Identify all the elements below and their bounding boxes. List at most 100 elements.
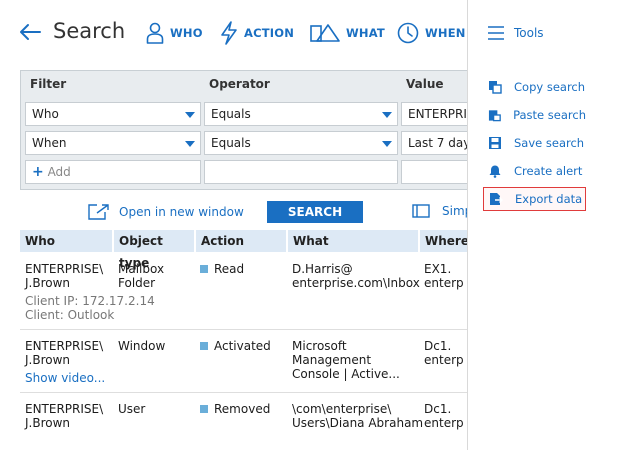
results-column-who[interactable]: Who (20, 230, 112, 252)
action-button-label: ACTION (244, 26, 295, 40)
chevron-down-icon (185, 141, 195, 147)
when-button-label: WHEN (425, 26, 466, 40)
back-button[interactable] (18, 20, 42, 44)
operator-select-value: Equals (211, 136, 251, 150)
object-type-cell: Window (118, 339, 165, 353)
who-line: J.Brown (25, 276, 71, 290)
table-row[interactable]: ENTERPRISE\ J.Brown User Removed \com\en… (20, 394, 467, 450)
object-type-line: User (118, 402, 146, 416)
floppy-disk-icon (489, 137, 501, 149)
export-data-button[interactable]: Export data (483, 187, 586, 211)
table-row[interactable]: ENTERPRISE\ J.Brown Mailbox Folder Read … (20, 254, 467, 330)
bell-icon (489, 165, 501, 178)
client-details: Client IP: 172.17.2.14 Client: Outlook (25, 294, 155, 322)
value-field-text: Last 7 days (408, 136, 467, 150)
value-column-header: Value (406, 77, 444, 91)
operator-empty-cell[interactable] (204, 160, 398, 184)
filter-column-header: Filter (30, 77, 67, 91)
when-button[interactable]: WHEN (397, 19, 466, 47)
where-line: Dc1. (424, 402, 452, 416)
what-line: Microsoft (292, 339, 347, 353)
copy-icon (489, 81, 502, 94)
export-icon (490, 193, 503, 205)
value-field-when[interactable]: Last 7 days (401, 131, 467, 155)
paste-icon (488, 110, 501, 122)
object-type-line: Folder (118, 276, 156, 290)
where-line: enterp (424, 353, 464, 367)
show-video-link[interactable]: Show video... (25, 371, 105, 385)
who-cell: ENTERPRISE\ J.Brown (25, 262, 103, 290)
create-alert-button[interactable]: Create alert (483, 159, 586, 183)
tools-title: Tools (514, 26, 544, 40)
results-column-action[interactable]: Action (196, 230, 286, 252)
operator-select-when[interactable]: Equals (204, 131, 398, 155)
action-marker-icon (200, 265, 208, 273)
simple-mode-button[interactable]: Simp (412, 204, 467, 218)
action-cell: Read (200, 262, 244, 276)
where-cell: Dc1. enterp (424, 402, 464, 430)
filter-select-value: Who (32, 107, 59, 121)
user-icon (146, 22, 164, 44)
what-button[interactable]: WHAT (310, 19, 385, 47)
arrow-left-icon (20, 24, 41, 40)
who-line: J.Brown (25, 416, 71, 430)
where-cell: Dc1. enterp (424, 339, 464, 367)
action-cell: Activated (200, 339, 271, 353)
results-column-object-type[interactable]: Object type (114, 230, 194, 270)
who-line: ENTERPRISE\ (25, 262, 104, 276)
action-marker-icon (200, 405, 208, 413)
table-row[interactable]: ENTERPRISE\ J.Brown Window Activated Mic… (20, 331, 467, 393)
tools-panel: Tools Copy search Paste search Save sear… (467, 0, 640, 450)
value-field-who[interactable]: ENTERPRISE (401, 102, 467, 126)
who-button[interactable]: WHO (146, 19, 203, 47)
save-search-button[interactable]: Save search (483, 131, 586, 155)
external-window-icon (88, 204, 109, 220)
object-type-cell: User (118, 402, 145, 416)
filter-select-who[interactable]: Who (25, 102, 201, 126)
main-area: Search WHO ACTION WHAT WHEN Filter Opera… (0, 0, 467, 450)
results-column-what[interactable]: What (288, 230, 418, 252)
export-data-label: Export data (515, 192, 583, 206)
where-line: enterp (424, 416, 464, 430)
search-actions-row: Open in new window SEARCH Simp (0, 198, 467, 228)
copy-search-button[interactable]: Copy search (483, 75, 586, 99)
filter-select-value: When (32, 136, 67, 150)
page-title: Search (53, 19, 126, 43)
object-type-line: Mailbox (118, 262, 165, 276)
operator-column-header: Operator (209, 77, 270, 91)
what-cell: Microsoft Management Console | Active... (292, 339, 400, 381)
operator-select-who[interactable]: Equals (204, 102, 398, 126)
add-filter-button[interactable]: + Add (25, 160, 201, 184)
lightning-icon (221, 21, 237, 45)
who-cell: ENTERPRISE\ J.Brown (25, 339, 103, 367)
paste-search-button[interactable]: Paste search (483, 103, 586, 127)
where-line: Dc1. (424, 339, 452, 353)
simple-mode-label: Simp (442, 204, 467, 218)
action-label: Activated (214, 339, 271, 353)
open-in-new-window-link[interactable]: Open in new window (88, 204, 244, 220)
open-in-new-window-label: Open in new window (119, 205, 244, 219)
what-line: enterprise.com\Inbox (292, 276, 420, 290)
filter-select-when[interactable]: When (25, 131, 201, 155)
who-cell: ENTERPRISE\ J.Brown (25, 402, 103, 430)
action-cell: Removed (200, 402, 270, 416)
what-cell: D.Harris@ enterprise.com\Inbox (292, 262, 420, 290)
action-label: Removed (214, 402, 271, 416)
filter-table: Filter Operator Value Who Equals ENTERPR… (20, 70, 467, 190)
who-line: ENTERPRISE\ (25, 402, 104, 416)
tools-menu-button[interactable]: Tools (487, 25, 544, 41)
value-empty-cell[interactable] (401, 160, 467, 184)
results-column-where[interactable]: Where (420, 230, 467, 252)
object-type-line: Window (118, 339, 166, 353)
hamburger-icon (488, 26, 504, 40)
what-line: Management (292, 353, 372, 367)
action-button[interactable]: ACTION (220, 19, 294, 47)
object-type-cell: Mailbox Folder (118, 262, 164, 290)
who-button-label: WHO (170, 26, 203, 40)
copy-search-label: Copy search (514, 80, 586, 94)
search-button[interactable]: SEARCH (267, 201, 363, 223)
operator-select-value: Equals (211, 107, 251, 121)
add-filter-label: Add (47, 165, 71, 179)
where-cell: EX1. enterp (424, 262, 464, 290)
who-line: ENTERPRISE\ (25, 339, 104, 353)
